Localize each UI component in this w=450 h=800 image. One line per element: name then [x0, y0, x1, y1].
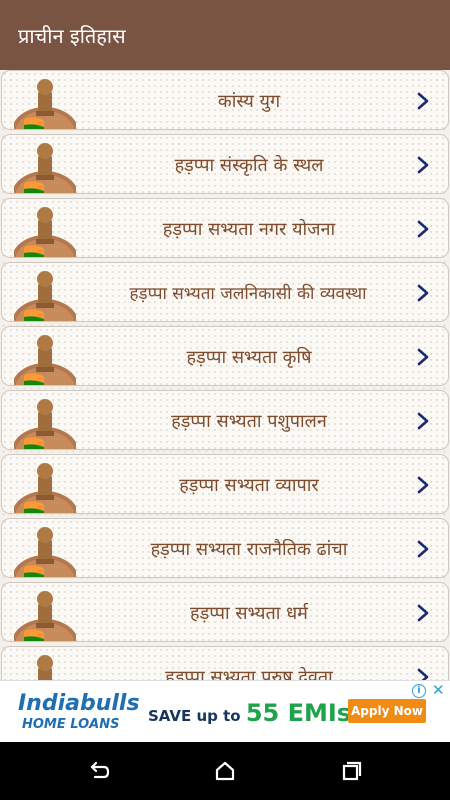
list-item-label: हड़प्पा सभ्यता पशुपालन [171, 411, 327, 432]
list-item[interactable]: हड़प्पा सभ्यता नगर योजना [1, 198, 449, 258]
list-item-label: हड़प्पा सभ्यता पुरुष देवता [165, 667, 333, 680]
chevron-right-icon [417, 156, 429, 174]
list-item[interactable]: कांस्य युग [1, 70, 449, 130]
list-item[interactable]: हड़प्पा सभ्यता राजनैतिक ढांचा [1, 518, 449, 578]
list-item[interactable]: हड़प्पा संस्कृति के स्थल [1, 134, 449, 194]
ad-offer: SAVE up to 55 EMIs* [148, 699, 358, 727]
list-item-label: हड़प्पा संस्कृति के स्थल [174, 155, 324, 176]
ad-offer-prefix: SAVE up to [148, 707, 241, 725]
chevron-right-icon [417, 92, 429, 110]
emblem-icon [14, 79, 76, 129]
ad-brand-sub: HOME LOANS [22, 717, 120, 732]
list-item[interactable]: हड़प्पा सभ्यता धर्म [1, 582, 449, 642]
chevron-right-icon [417, 220, 429, 238]
ad-close-icon[interactable]: ✕ [432, 681, 445, 699]
chevron-right-icon [417, 476, 429, 494]
app-bar: प्राचीन इतिहास [0, 0, 450, 70]
apply-now-button[interactable]: Apply Now [348, 699, 426, 723]
emblem-icon [14, 591, 76, 641]
chevron-right-icon [417, 540, 429, 558]
list-item-label: हड़प्पा सभ्यता जलनिकासी की व्यवस्था [129, 284, 367, 304]
list-item-label: हड़प्पा सभ्यता व्यापार [179, 475, 319, 496]
list-item[interactable]: हड़प्पा सभ्यता जलनिकासी की व्यवस्था [1, 262, 449, 322]
emblem-icon [14, 399, 76, 449]
ad-info-icon[interactable]: i [412, 684, 426, 698]
list-item-label: हड़प्पा सभ्यता कृषि [186, 347, 312, 368]
chevron-right-icon [417, 412, 429, 430]
topic-list[interactable]: कांस्य युग हड़प्पा संस्कृति के स्थल हड़प… [0, 70, 450, 680]
emblem-icon [14, 463, 76, 513]
chevron-right-icon [417, 604, 429, 622]
chevron-right-icon [417, 284, 429, 302]
list-item[interactable]: हड़प्पा सभ्यता पुरुष देवता [1, 646, 449, 680]
emblem-icon [14, 143, 76, 193]
back-icon[interactable] [86, 758, 112, 784]
ad-offer-number: 55 EMIs [245, 699, 352, 727]
emblem-icon [14, 207, 76, 257]
list-item-label: हड़प्पा सभ्यता धर्म [190, 603, 308, 624]
chevron-right-icon [417, 668, 429, 680]
emblem-icon [14, 271, 76, 321]
list-item-label: हड़प्पा सभ्यता राजनैतिक ढांचा [150, 539, 348, 560]
list-item[interactable]: हड़प्पा सभ्यता कृषि [1, 326, 449, 386]
list-item[interactable]: हड़प्पा सभ्यता पशुपालन [1, 390, 449, 450]
chevron-right-icon [417, 348, 429, 366]
list-item-label: कांस्य युग [217, 91, 281, 112]
recents-icon[interactable] [338, 758, 364, 784]
list-item-label: हड़प्पा सभ्यता नगर योजना [162, 219, 336, 240]
emblem-icon [14, 527, 76, 577]
list-item[interactable]: हड़प्पा सभ्यता व्यापार [1, 454, 449, 514]
ad-brand: Indiabulls [18, 691, 140, 716]
system-nav-bar [0, 742, 450, 800]
page-title: प्राचीन इतिहास [18, 24, 126, 48]
emblem-icon [14, 335, 76, 385]
emblem-icon [37, 655, 53, 680]
ad-banner[interactable]: Indiabulls HOME LOANS SAVE up to 55 EMIs… [0, 680, 450, 742]
home-icon[interactable] [212, 758, 238, 784]
